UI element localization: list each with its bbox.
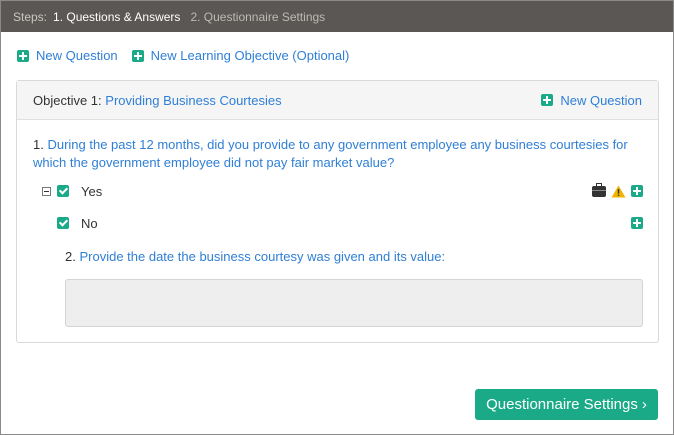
collapse-icon[interactable] — [42, 186, 51, 196]
answer-text-area[interactable] — [65, 279, 643, 327]
question-text: During the past 12 months, did you provi… — [33, 137, 628, 170]
objective-name-link[interactable]: Providing Business Courtesies — [105, 93, 281, 108]
objective-panel: Objective 1: Providing Business Courtesi… — [16, 80, 659, 343]
steps-label: Steps: — [13, 9, 48, 24]
answer-yes-actions — [592, 182, 643, 198]
step-questions-answers[interactable]: 1. Questions & Answers — [53, 10, 180, 24]
objective-new-question-label: New Question — [560, 92, 642, 108]
questionnaire-settings-button[interactable]: Questionnaire Settings › — [475, 389, 658, 420]
objective-new-question-button[interactable]: New Question — [541, 93, 642, 108]
objective-prefix: Objective 1: — [33, 92, 102, 108]
question-2[interactable]: 2. Provide the date the business courtes… — [65, 249, 445, 264]
checkbox-icon[interactable] — [57, 185, 69, 197]
objective-title: Objective 1: Providing Business Courtesi… — [33, 93, 282, 108]
answer-label-no: No — [81, 215, 98, 231]
questionnaire-editor: Steps: 1. Questions & Answers 2. Questio… — [0, 0, 674, 435]
plus-icon — [131, 49, 144, 62]
answer-label-yes: Yes — [81, 183, 103, 199]
chevron-right-icon: › — [641, 396, 647, 413]
answer-row-yes: Yes — [17, 182, 658, 200]
add-followup-plus-icon[interactable] — [631, 185, 643, 197]
question-number: 1. — [33, 137, 44, 152]
answer-no-actions — [631, 217, 643, 229]
subquestion-text: Provide the date the business courtesy w… — [79, 249, 446, 264]
plus-icon — [17, 49, 29, 62]
checkbox-icon[interactable] — [57, 217, 69, 229]
objective-header: Objective 1: Providing Business Courtesi… — [17, 81, 658, 120]
question-1[interactable]: 1. During the past 12 months, did you pr… — [33, 136, 633, 172]
new-learning-objective-button[interactable]: New Learning Objective (Optional) — [131, 48, 350, 63]
new-question-label: New Question — [36, 48, 118, 63]
add-followup-plus-icon[interactable] — [631, 217, 643, 229]
steps-bar: Steps: 1. Questions & Answers 2. Questio… — [1, 1, 673, 32]
top-actions: New Question New Learning Objective (Opt… — [17, 48, 349, 63]
answer-row-no: No — [17, 214, 658, 232]
new-question-button[interactable]: New Question — [17, 48, 118, 63]
plus-icon — [541, 94, 554, 106]
warning-icon[interactable] — [611, 185, 626, 198]
step-questionnaire-settings[interactable]: 2. Questionnaire Settings — [190, 10, 325, 24]
new-learning-objective-label: New Learning Objective (Optional) — [150, 48, 350, 63]
briefcase-icon[interactable] — [592, 182, 606, 197]
subquestion-number: 2. — [65, 249, 76, 264]
settings-button-label: Questionnaire Settings — [486, 396, 638, 413]
